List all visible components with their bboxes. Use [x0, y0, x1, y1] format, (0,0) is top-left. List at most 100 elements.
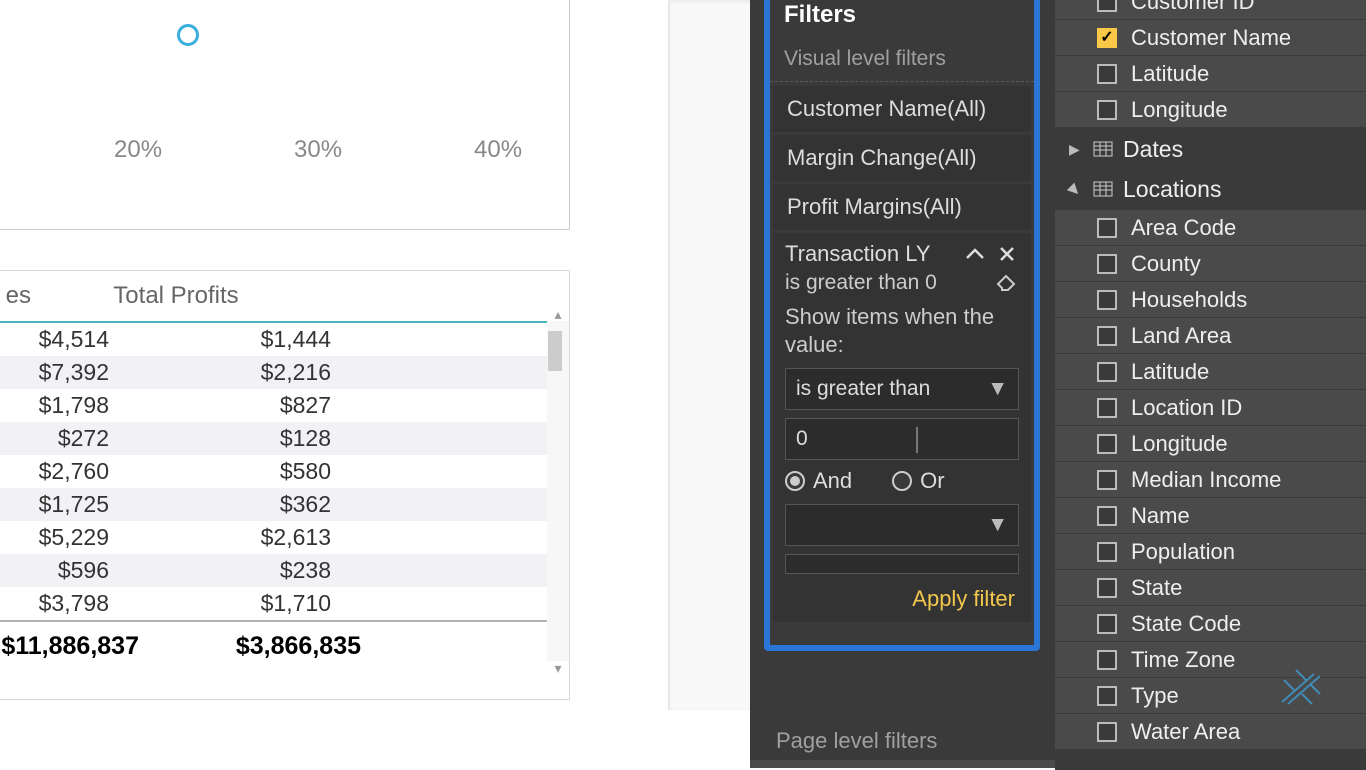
table-total-row: $11,886,837 $3,866,835	[0, 620, 569, 670]
dropdown-caret-icon: ▼	[987, 513, 1008, 537]
checkbox-icon[interactable]	[1097, 100, 1117, 120]
filter-card-transaction-ly[interactable]: Transaction LY is greater than 0	[773, 233, 1031, 622]
field-longitude-loc[interactable]: Longitude	[1055, 426, 1366, 462]
table-body: $4,514$1,444 $7,392$2,216 $1,798$827 $27…	[0, 323, 569, 620]
radio-or[interactable]: Or	[892, 468, 944, 494]
scatter-chart-visual[interactable]: % 20% 30% 40%	[0, 0, 570, 230]
table-row[interactable]: $272$128	[0, 422, 569, 455]
table-row[interactable]: $2,760$580	[0, 455, 569, 488]
column-header[interactable]: es	[0, 282, 41, 310]
filters-highlight: Filters Visual level filters Customer Na…	[764, 0, 1040, 651]
scroll-down-icon[interactable]: ▾	[547, 657, 569, 679]
table-row[interactable]: $5,229$2,613	[0, 521, 569, 554]
checkbox-icon[interactable]	[1097, 362, 1117, 382]
checkbox-icon[interactable]	[1097, 290, 1117, 310]
total-value: $11,886,837	[0, 632, 151, 661]
field-state[interactable]: State	[1055, 570, 1366, 606]
side-panes: Filters Visual level filters Customer Na…	[750, 0, 1366, 768]
radio-icon	[892, 471, 912, 491]
field-land-area[interactable]: Land Area	[1055, 318, 1366, 354]
scroll-up-icon[interactable]: ▴	[547, 303, 569, 325]
field-water-area[interactable]: Water Area	[1055, 714, 1366, 750]
checkbox-icon[interactable]	[1097, 542, 1117, 562]
checkbox-icon[interactable]	[1097, 0, 1117, 12]
table-icon	[1093, 181, 1113, 197]
visual-level-filters-label: Visual level filters	[770, 43, 1034, 82]
expand-icon[interactable]: ▶	[1069, 141, 1083, 158]
dropdown-caret-icon: ▼	[987, 377, 1008, 401]
chart-data-point	[177, 24, 199, 46]
chart-plot-area: % 20% 30% 40%	[0, 0, 569, 229]
column-header[interactable]: Total Profits	[41, 282, 311, 310]
collapse-icon[interactable]: ▶	[1065, 179, 1087, 201]
field-latitude[interactable]: Latitude	[1055, 56, 1366, 92]
apply-filter-button[interactable]: Apply filter	[785, 582, 1019, 612]
filter-name: Transaction LY	[785, 241, 931, 267]
checkbox-icon[interactable]	[1097, 470, 1117, 490]
filters-pane: Filters Visual level filters Customer Na…	[750, 0, 1055, 760]
field-households[interactable]: Households	[1055, 282, 1366, 318]
vertical-scrollbar[interactable]: ▴ ▾	[547, 321, 569, 661]
total-value: $3,866,835	[151, 632, 371, 661]
field-customer-name[interactable]: Customer Name	[1055, 20, 1366, 56]
table-visual[interactable]: es Total Profits $4,514$1,444 $7,392$2,2…	[0, 270, 570, 700]
field-area-code[interactable]: Area Code	[1055, 210, 1366, 246]
field-population[interactable]: Population	[1055, 534, 1366, 570]
field-county[interactable]: County	[1055, 246, 1366, 282]
field-name[interactable]: Name	[1055, 498, 1366, 534]
close-icon[interactable]	[995, 242, 1019, 266]
checkbox-icon[interactable]	[1097, 650, 1117, 670]
filter-card-customer-name[interactable]: Customer Name(All)	[773, 86, 1031, 132]
checkbox-icon[interactable]	[1097, 434, 1117, 454]
radio-icon	[785, 471, 805, 491]
value-input-1[interactable]: 0	[785, 418, 1019, 460]
field-location-id[interactable]: Location ID	[1055, 390, 1366, 426]
logic-radio-group: And Or	[785, 468, 1019, 494]
checkbox-icon[interactable]	[1097, 254, 1117, 274]
table-locations[interactable]: ▶ Locations	[1055, 170, 1366, 208]
fields-pane: Customer ID Customer Name Latitude Longi…	[1055, 0, 1366, 770]
eraser-icon[interactable]	[995, 271, 1019, 295]
checkbox-icon[interactable]	[1097, 722, 1117, 742]
table-row[interactable]: $3,798$1,710	[0, 587, 569, 620]
table-row[interactable]: $1,798$827	[0, 389, 569, 422]
x-axis-tick: 40%	[474, 136, 522, 164]
filter-condition-summary: is greater than 0	[785, 271, 937, 295]
table-row[interactable]: $7,392$2,216	[0, 356, 569, 389]
table-dates[interactable]: ▶ Dates	[1055, 130, 1366, 168]
checkbox-icon[interactable]	[1097, 506, 1117, 526]
scroll-thumb[interactable]	[548, 331, 562, 371]
checkbox-icon[interactable]	[1097, 326, 1117, 346]
field-longitude[interactable]: Longitude	[1055, 92, 1366, 128]
checkbox-icon[interactable]	[1097, 686, 1117, 706]
checkbox-icon[interactable]	[1097, 614, 1117, 634]
table-row[interactable]: $4,514$1,444	[0, 323, 569, 356]
field-state-code[interactable]: State Code	[1055, 606, 1366, 642]
x-axis-tick: 30%	[294, 136, 342, 164]
field-median-income[interactable]: Median Income	[1055, 462, 1366, 498]
table-row[interactable]: $596$238	[0, 554, 569, 587]
checkbox-icon[interactable]	[1097, 28, 1117, 48]
table-row[interactable]: $1,725$362	[0, 488, 569, 521]
value-input-2[interactable]	[785, 554, 1019, 574]
canvas-gutter	[668, 0, 750, 710]
checkbox-icon[interactable]	[1097, 398, 1117, 418]
field-latitude-loc[interactable]: Latitude	[1055, 354, 1366, 390]
field-customer-id[interactable]: Customer ID	[1055, 0, 1366, 20]
text-cursor-icon	[916, 427, 918, 453]
table-header-row: es Total Profits	[0, 271, 569, 323]
checkbox-icon[interactable]	[1097, 64, 1117, 84]
filter-prompt: Show items when the value:	[785, 303, 1019, 358]
report-canvas: % 20% 30% 40% es Total Profits $4,514$1,…	[0, 0, 750, 768]
operator-select-1[interactable]: is greater than ▼	[785, 368, 1019, 410]
checkbox-icon[interactable]	[1097, 218, 1117, 238]
collapse-icon[interactable]	[963, 242, 987, 266]
page-level-filters-label: Page level filters	[750, 668, 963, 764]
x-axis-tick: 20%	[114, 136, 162, 164]
filters-title: Filters	[770, 0, 1034, 43]
filter-card-margin-change[interactable]: Margin Change(All)	[773, 135, 1031, 181]
checkbox-icon[interactable]	[1097, 578, 1117, 598]
filter-card-profit-margins[interactable]: Profit Margins(All)	[773, 184, 1031, 230]
radio-and[interactable]: And	[785, 468, 852, 494]
operator-select-2[interactable]: ▼	[785, 504, 1019, 546]
